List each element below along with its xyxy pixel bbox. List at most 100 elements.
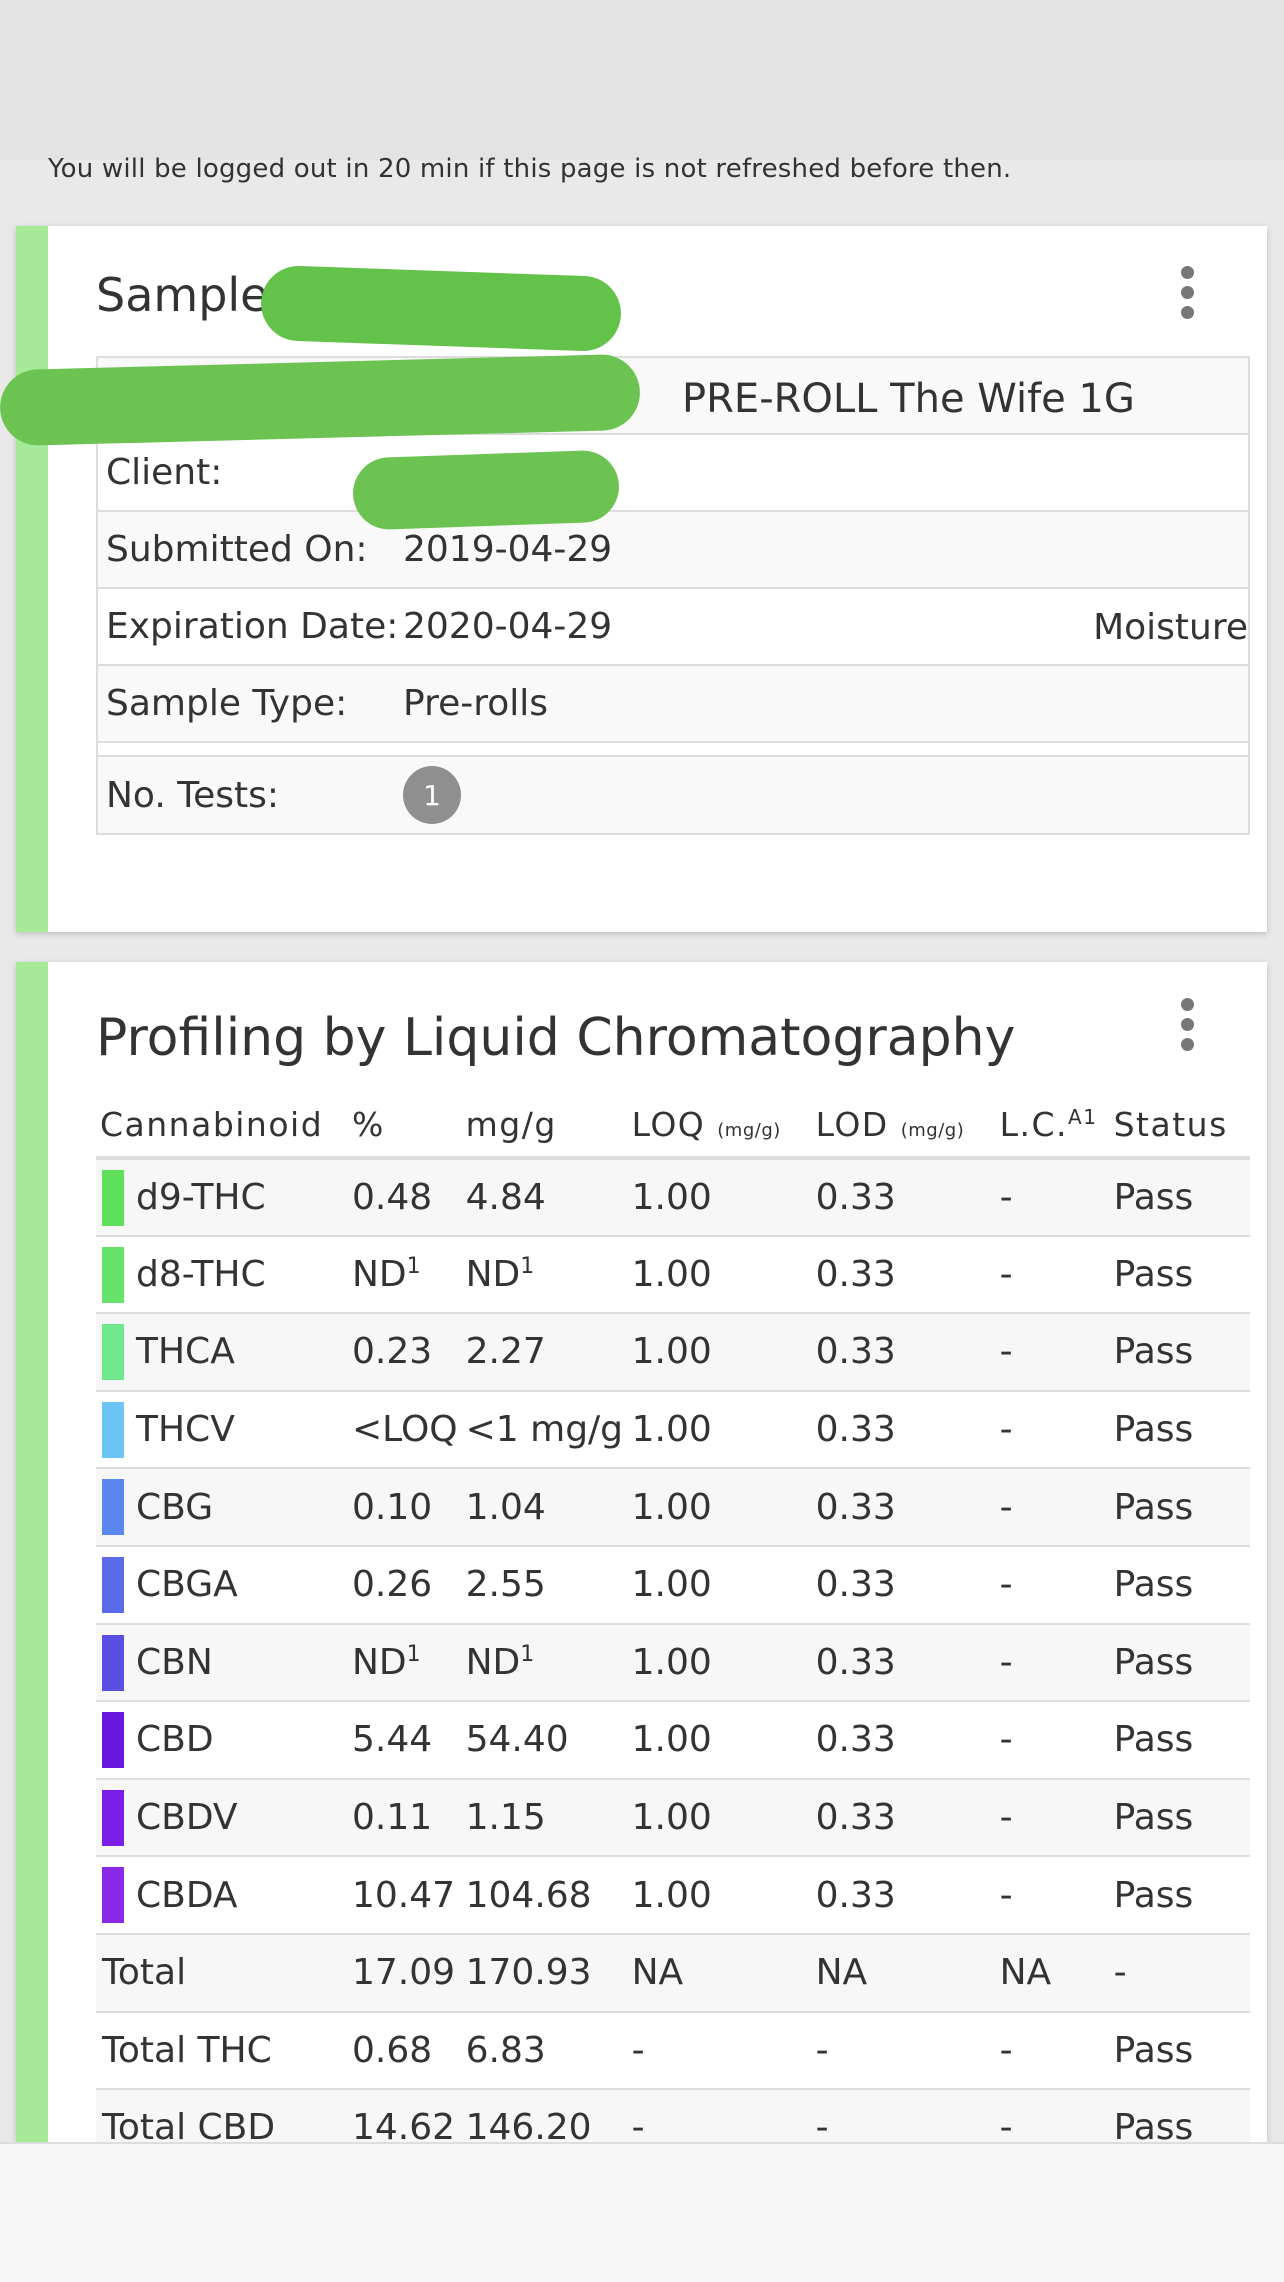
table-row: CBG 0.10 1.04 1.00 0.33 - Pass (96, 1468, 1250, 1547)
lc-value-text: - (999, 1641, 1013, 1683)
footnote-mark: 1 (406, 1641, 421, 1667)
color-swatch (102, 1479, 124, 1536)
percent-value-text: 0.26 (352, 1564, 433, 1606)
lod-value-text: 0.33 (815, 1874, 896, 1916)
cannabinoid-name: CBN (96, 1623, 348, 1703)
percent-value: 0.68 (348, 2011, 462, 2091)
lc-value: - (995, 2011, 1110, 2091)
status-value-text: Pass (1113, 1797, 1194, 1839)
mg-value: 170.93 (461, 1933, 628, 2013)
mg-value-text: 1.04 (465, 1486, 546, 1528)
cannabinoid-name-text: CBDA (136, 1874, 238, 1916)
lod-value: 0.33 (811, 1701, 996, 1780)
footnote-mark: 1 (520, 1253, 535, 1279)
status-value: Pass (1109, 1545, 1250, 1625)
status-value-text: Pass (1113, 1331, 1194, 1373)
percent-value-text: 17.09 (352, 1952, 456, 1994)
sample-card-title: Sample (96, 268, 269, 322)
top-bar (0, 0, 1284, 160)
loq-value: 1.00 (627, 1856, 812, 1935)
table-row: CBN ND1 ND1 1.00 0.33- Pass (96, 1623, 1250, 1703)
table-row: Total THC 0.68 6.83 - - - Pass (96, 2011, 1250, 2091)
lc-value: - (995, 1235, 1110, 1315)
moisture-label: Moisture (1093, 607, 1248, 648)
session-timeout-notice: You will be logged out in 20 min if this… (48, 154, 1012, 184)
lod-unit: (mg/g) (900, 1119, 965, 1141)
loq-value-text: 1.00 (631, 1253, 712, 1295)
status-value: Pass (1109, 1158, 1250, 1237)
percent-value: 5.44 (348, 1701, 462, 1780)
mg-value: 6.83 (461, 2011, 628, 2091)
color-swatch (102, 1789, 124, 1846)
table-row: Total 17.09 170.93 NA NA NA - (96, 1933, 1250, 2013)
lc-label: L.C. (999, 1104, 1069, 1144)
cannabinoid-name: Total (96, 1933, 348, 2013)
color-swatch (102, 1634, 124, 1691)
more-options-icon[interactable] (1181, 266, 1195, 319)
col-lc: L.C.A1 (995, 1092, 1110, 1160)
status-value: Pass (1109, 1235, 1250, 1315)
cannabinoid-name-text: Total THC (102, 2029, 272, 2071)
loq-value-text: 1.00 (631, 1874, 712, 1916)
status-value-text: Pass (1113, 1641, 1194, 1683)
col-loq: LOQ (mg/g) (627, 1092, 812, 1160)
lc-value-text: - (999, 1564, 1013, 1606)
loq-value: 1.00 (627, 1468, 812, 1547)
lod-value-text: 0.33 (815, 1409, 896, 1451)
mg-value: 4.84 (461, 1158, 628, 1237)
col-lod: LOD (mg/g) (811, 1092, 996, 1160)
status-value-text: Pass (1113, 1176, 1194, 1218)
mg-value-text: ND (465, 1253, 521, 1295)
mg-value: 2.55 (461, 1545, 628, 1625)
mg-value-text: 2.55 (465, 1564, 546, 1606)
loq-value: 1.00 (627, 1158, 812, 1237)
expiration-date-row: Expiration Date: 2020-04-29 Moisture (98, 589, 1248, 666)
loq-value: 1.00 (627, 1313, 812, 1392)
table-row: CBD 5.44 54.40 1.00 0.33 - Pass (96, 1701, 1250, 1780)
lc-value: - (995, 1313, 1110, 1392)
lc-value-text: - (999, 1874, 1013, 1916)
lod-value-text: 0.33 (815, 1331, 896, 1373)
mg-value-text: 170.93 (465, 1952, 592, 1994)
cannabinoid-name-text: CBGA (136, 1564, 238, 1606)
cannabinoid-name: d9-THC (96, 1158, 348, 1237)
percent-value: ND1 (348, 1623, 462, 1703)
table-row: Total CBD 14.62 146.20 - - - Pass (96, 2089, 1250, 2142)
table-row: d8-THC ND1 ND1 1.00 0.33- Pass (96, 1235, 1250, 1315)
mg-value: 1.04 (461, 1468, 628, 1547)
lc-value: NA (995, 1933, 1110, 2013)
percent-value-text: 0.10 (352, 1486, 433, 1528)
loq-value: 1.00 (627, 1390, 812, 1470)
color-swatch (102, 1712, 124, 1769)
lc-value: - (995, 1778, 1110, 1858)
mg-value: ND1 (461, 1623, 628, 1703)
more-options-icon[interactable] (1181, 998, 1195, 1051)
lc-card-title: Profiling by Liquid Chromatography (96, 1008, 1016, 1068)
status-value-text: Pass (1113, 1564, 1194, 1606)
table-row: THCV <LOQ <1 mg/g 1.00 0.33 - Pass (96, 1390, 1250, 1470)
sample-card: Sample PRE-ROLL The Wife 1G Client: Subm… (0, 226, 1267, 932)
cannabinoid-name: THCV (96, 1390, 348, 1470)
col-cannabinoid: Cannabinoid (96, 1092, 348, 1160)
lod-value: 0.33 (811, 1778, 996, 1858)
sample-name-value: PRE-ROLL The Wife 1G (682, 376, 1135, 422)
percent-value-text: 0.48 (352, 1176, 433, 1218)
bottom-bar (0, 2142, 1284, 2282)
cannabinoid-name-text: Total (102, 1952, 187, 1994)
status-value-text: Pass (1113, 1874, 1194, 1916)
mg-value: ND1 (461, 1235, 628, 1315)
percent-value-text: 5.44 (352, 1719, 433, 1761)
mg-value: 2.27 (461, 1313, 628, 1392)
lod-value-text: 0.33 (815, 1486, 896, 1528)
loq-value: - (627, 2089, 812, 2142)
lod-value-text: 0.33 (815, 1719, 896, 1761)
loq-label: LOQ (631, 1104, 706, 1144)
lc-superscript: A1 (1068, 1104, 1098, 1129)
col-status: Status (1109, 1092, 1250, 1160)
lc-value-text: - (999, 1331, 1013, 1373)
lod-value-text: - (815, 2029, 829, 2071)
status-value: Pass (1109, 1468, 1250, 1547)
status-value: Pass (1109, 2011, 1250, 2091)
table-row: THCA 0.23 2.27 1.00 0.33 - Pass (96, 1313, 1250, 1392)
mg-value-text: 1.15 (465, 1797, 546, 1839)
